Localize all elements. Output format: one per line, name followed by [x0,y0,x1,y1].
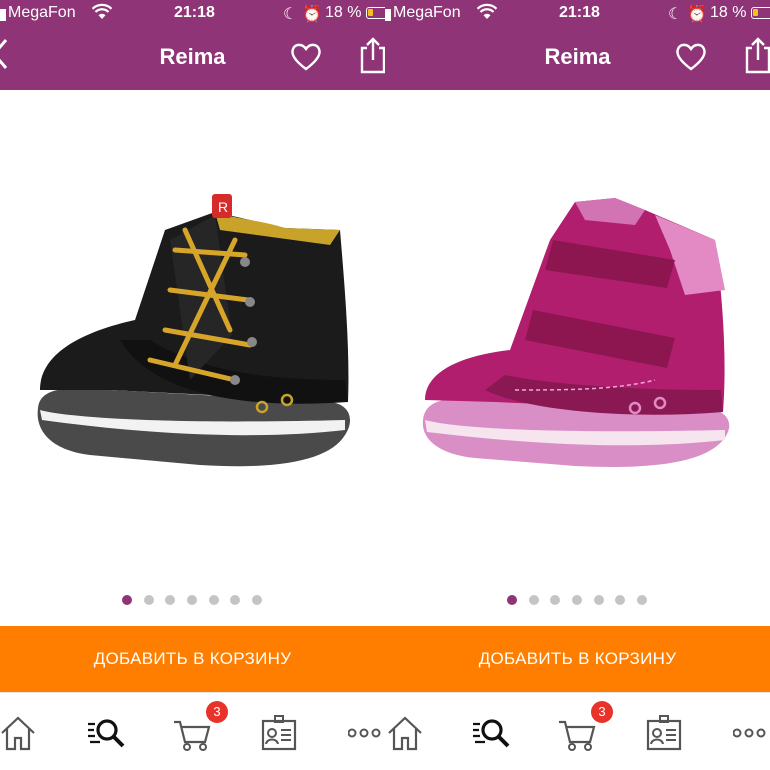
clock: 21:18 [174,4,215,21]
profile-card-icon[interactable] [260,713,300,753]
pink-velcro-boot [422,198,730,467]
pagination-dot-active[interactable] [507,595,517,605]
add-to-cart-button[interactable]: ДОБАВИТЬ В КОРЗИНУ [385,626,770,692]
product-screen-right: MegaFon 21:18 ☾ ⏰ 18 % Reima ДОБАВИТЬ В … [385,0,770,770]
status-bar: MegaFon 21:18 ☾ ⏰ 18 % [0,0,385,28]
app-header: MegaFon 21:18 ☾ ⏰ 18 % Reima [385,0,770,90]
pagination-dot[interactable] [550,595,560,605]
home-icon[interactable] [0,713,38,753]
battery-percentage: 18 % [325,4,362,21]
carrier-name: MegaFon [393,4,461,21]
carousel-pagination[interactable] [507,595,657,607]
profile-card-icon[interactable] [645,713,685,753]
cart-count-badge: 3 [206,701,228,723]
pagination-dot[interactable] [615,595,625,605]
pagination-dot[interactable] [594,595,604,605]
cart-icon[interactable] [557,713,597,753]
wifi-icon [91,3,113,26]
search-icon[interactable] [471,713,511,753]
pagination-dot[interactable] [209,595,219,605]
carrier-name: MegaFon [8,4,76,21]
pagination-dot[interactable] [230,595,240,605]
page-title: Reima [159,44,226,69]
signal-icon [385,9,391,21]
share-icon[interactable] [743,36,770,79]
page-title: Reima [544,44,611,69]
battery-icon [366,7,385,19]
svg-text:R: R [218,199,228,215]
battery-percentage: 18 % [710,4,747,21]
clock: 21:18 [559,4,600,21]
black-sneaker-boot: R [37,194,350,467]
heart-icon[interactable] [290,42,322,77]
more-icon[interactable] [347,713,385,753]
wifi-icon [476,3,498,26]
more-icon[interactable] [732,713,770,753]
product-image[interactable] [385,90,770,590]
pagination-dot[interactable] [165,595,175,605]
moon-icon: ☾ [283,6,298,23]
pagination-dot[interactable] [529,595,539,605]
pagination-dot[interactable] [252,595,262,605]
tab-bar: 3 [0,692,385,770]
pagination-dot-active[interactable] [122,595,132,605]
status-bar: MegaFon 21:18 ☾ ⏰ 18 % [385,0,770,28]
pagination-dot[interactable] [187,595,197,605]
alarm-icon: ⏰ [302,6,322,23]
pagination-dot[interactable] [572,595,582,605]
battery-icon [751,7,770,19]
tab-bar: 3 [385,692,770,770]
app-header: MegaFon 21:18 ☾ ⏰ 18 % Reima [0,0,385,90]
alarm-icon: ⏰ [687,6,707,23]
carousel-pagination[interactable] [122,595,272,607]
search-icon[interactable] [86,713,126,753]
share-icon[interactable] [358,36,385,79]
pagination-dot[interactable] [144,595,154,605]
heart-icon[interactable] [675,42,707,77]
signal-icon [0,9,6,21]
product-image[interactable]: R [0,90,385,590]
home-icon[interactable] [385,713,425,753]
moon-icon: ☾ [668,6,683,23]
cart-count-badge: 3 [591,701,613,723]
add-to-cart-button[interactable]: ДОБАВИТЬ В КОРЗИНУ [0,626,385,692]
product-screen-left: MegaFon 21:18 ☾ ⏰ 18 % Reima R ДОБАВИТЬ … [0,0,385,770]
pagination-dot[interactable] [637,595,647,605]
cart-icon[interactable] [172,713,212,753]
